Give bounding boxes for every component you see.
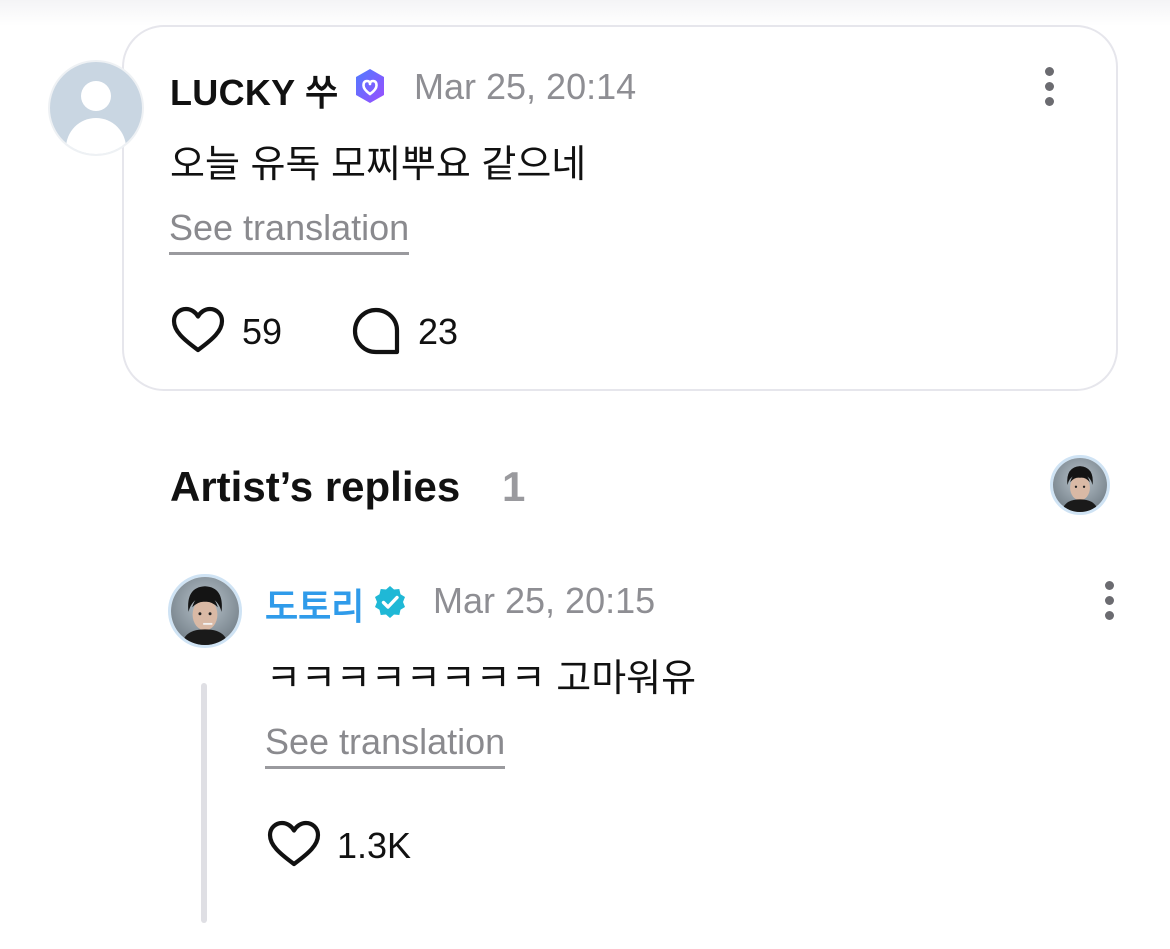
more-vertical-icon[interactable]: [1103, 581, 1115, 621]
speech-bubble-icon[interactable]: [351, 306, 401, 356]
avatar-head-shape: [81, 81, 111, 111]
artist-replies-count: 1: [502, 463, 526, 510]
reply-username[interactable]: 도토리: [265, 578, 364, 630]
heart-icon[interactable]: [171, 306, 225, 354]
more-vertical-icon[interactable]: [1043, 67, 1055, 107]
reply-count: 23: [418, 311, 459, 352]
avatar-shoulders-shape: [66, 118, 126, 154]
verified-badge-icon: [356, 69, 384, 103]
reply-text: ㅋㅋㅋㅋㅋㅋㅋㅋ 고마워유: [266, 658, 697, 700]
comment-text: 오늘 유독 모찌뿌요 같으네: [170, 144, 587, 186]
see-translation-link[interactable]: See translation: [169, 208, 410, 255]
user-avatar[interactable]: [48, 60, 144, 156]
reply-like-count: 1.3K: [337, 825, 412, 866]
reply-timestamp: Mar 25, 20:15: [433, 580, 656, 621]
like-count: 59: [242, 311, 283, 352]
comment-timestamp: Mar 25, 20:14: [414, 66, 637, 107]
verified-badge-icon: [375, 586, 405, 618]
see-translation-link[interactable]: See translation: [265, 722, 506, 769]
reply-avatar[interactable]: [168, 574, 242, 648]
top-fade: [0, 0, 1170, 26]
comment-username[interactable]: LUCKY 쑤: [170, 64, 339, 116]
artist-avatar[interactable]: [1050, 455, 1110, 515]
heart-icon[interactable]: [267, 820, 321, 868]
thread-line: [201, 683, 207, 923]
artist-replies-title: Artist’s replies: [170, 463, 461, 510]
